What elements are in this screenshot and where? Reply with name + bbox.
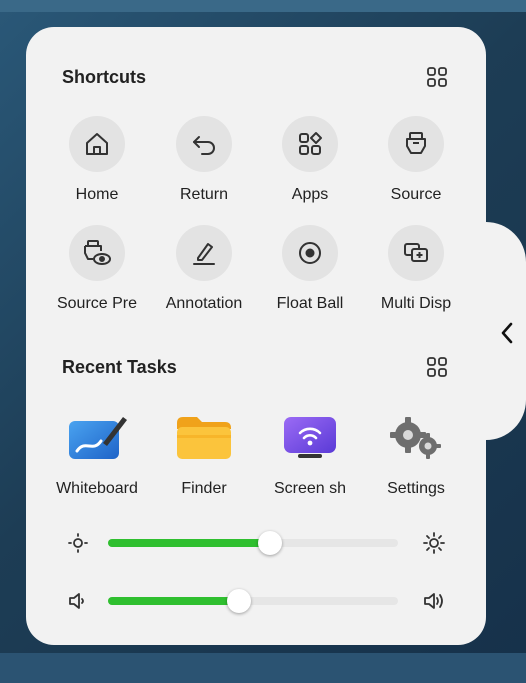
shortcut-label: Home <box>75 186 119 203</box>
collapse-chevron-left-icon[interactable] <box>495 318 519 348</box>
shortcuts-title: Shortcuts <box>62 67 147 87</box>
shortcut-label: Apps <box>291 186 329 203</box>
recent-tasks-grid-icon[interactable] <box>426 356 448 378</box>
brightness-slider-fill <box>108 539 271 547</box>
volume-slider[interactable] <box>108 589 398 613</box>
return-icon <box>176 116 232 172</box>
shortcut-label: Multi Disp <box>380 295 452 312</box>
recent-task-label: Screen sh <box>273 480 347 497</box>
screen-share-icon <box>279 406 341 468</box>
recent-task-label: Finder <box>181 480 227 497</box>
volume-low-icon <box>66 589 90 613</box>
shortcut-label: Annotation <box>165 295 243 312</box>
recent-task-label: Settings <box>387 480 445 497</box>
settings-gears-icon <box>385 406 447 468</box>
source-icon <box>388 116 444 172</box>
whiteboard-app-icon <box>66 406 128 468</box>
shortcut-source[interactable]: Source <box>362 116 470 216</box>
shortcut-home[interactable]: Home <box>43 116 151 216</box>
shortcut-multi-display[interactable]: Multi Disp <box>362 225 470 325</box>
recent-task-screen-share[interactable]: Screen sh <box>256 406 364 506</box>
volume-slider-fill <box>108 597 239 605</box>
volume-slider-row <box>60 585 460 615</box>
shortcut-label: Float Ball <box>276 295 344 312</box>
recent-task-whiteboard[interactable]: Whiteboard <box>43 406 151 506</box>
shortcut-label: Return <box>179 186 229 203</box>
shortcut-label: Source Pre <box>56 295 138 312</box>
float-ball-icon <box>282 225 338 281</box>
multi-display-icon <box>388 225 444 281</box>
shortcut-annotation[interactable]: Annotation <box>150 225 258 325</box>
brightness-slider-knob[interactable] <box>258 531 283 555</box>
background-top-strip <box>0 0 526 12</box>
recent-task-finder[interactable]: Finder <box>150 406 258 506</box>
shortcut-apps[interactable]: Apps <box>256 116 364 216</box>
shortcut-float-ball[interactable]: Float Ball <box>256 225 364 325</box>
volume-high-icon <box>422 589 446 613</box>
brightness-slider-row <box>60 527 460 557</box>
source-preview-icon <box>69 225 125 281</box>
apps-icon <box>282 116 338 172</box>
finder-folder-icon <box>173 406 235 468</box>
brightness-high-icon <box>422 531 446 555</box>
home-icon <box>69 116 125 172</box>
shortcut-label: Source <box>390 186 442 203</box>
recent-tasks-title: Recent Tasks <box>62 357 177 377</box>
volume-slider-knob[interactable] <box>226 589 251 613</box>
brightness-slider[interactable] <box>108 531 398 555</box>
brightness-low-icon <box>66 531 90 555</box>
shortcut-return[interactable]: Return <box>150 116 258 216</box>
recent-task-label: Whiteboard <box>56 480 138 497</box>
annotation-icon <box>176 225 232 281</box>
background-bottom-strip <box>0 653 526 683</box>
shortcut-source-preview[interactable]: Source Pre <box>43 225 151 325</box>
recent-task-settings[interactable]: Settings <box>362 406 470 506</box>
shortcuts-grid-icon[interactable] <box>426 66 448 88</box>
